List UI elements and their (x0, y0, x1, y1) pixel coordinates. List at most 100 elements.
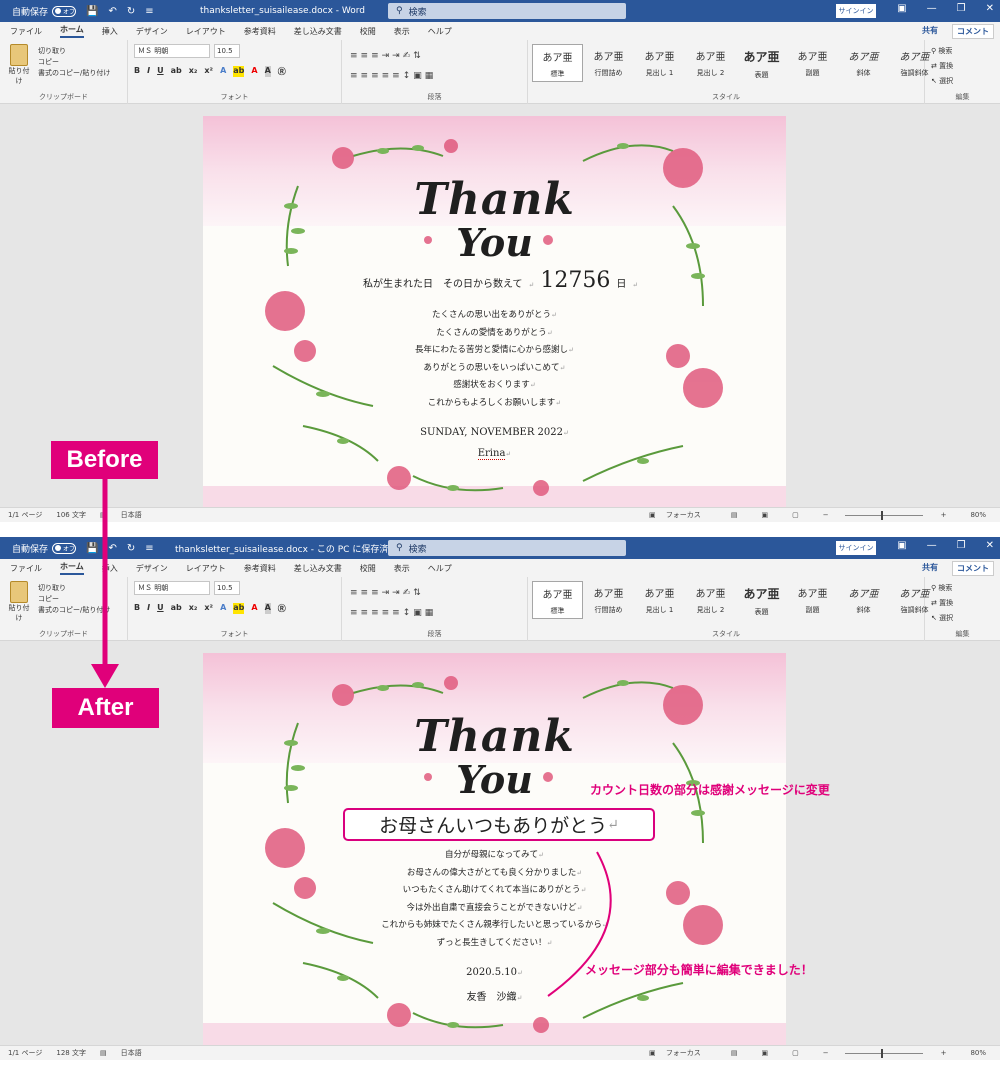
tab-view[interactable]: 表示 (394, 563, 410, 574)
tab-file[interactable]: ファイル (10, 26, 42, 37)
style-heading-1[interactable]: あア亜 見出し 1 (634, 581, 685, 619)
customize-qat-icon[interactable]: ≡ (145, 6, 153, 17)
close-icon[interactable]: ✕ (986, 540, 994, 551)
find-button[interactable]: ⚲ 検索 (931, 44, 953, 59)
undo-icon[interactable]: ↶ (108, 543, 116, 554)
tab-review[interactable]: 校閲 (360, 563, 376, 574)
paragraph-buttons[interactable]: ≡≡≡⇥⇥✍⇅ ≡≡≡≡≡↕▣▦ (350, 46, 436, 86)
maximize-icon[interactable]: ❐ (957, 540, 966, 551)
tab-design[interactable]: デザイン (136, 563, 168, 574)
autosave[interactable]: 自動保存 オフ (12, 5, 77, 18)
highlight-icon[interactable]: ab (233, 66, 245, 77)
style-heading-1[interactable]: あア亜 見出し 1 (634, 44, 685, 82)
web-layout-icon[interactable]: ▢ (792, 1049, 799, 1057)
highlight-icon[interactable]: ab (233, 603, 245, 614)
tab-references[interactable]: 参考資料 (244, 563, 276, 574)
focus-button[interactable]: ▣ フォーカス (649, 510, 707, 520)
tab-layout[interactable]: レイアウト (186, 563, 226, 574)
customize-qat-icon[interactable]: ≡ (145, 543, 153, 554)
zoom-slider[interactable] (844, 510, 923, 520)
redo-icon[interactable]: ↻ (127, 6, 135, 17)
zoom-out-icon[interactable]: − (823, 511, 829, 519)
subscript-button[interactable]: x₂ (189, 603, 198, 614)
text-effects-icon[interactable]: A (220, 603, 226, 614)
signin-button[interactable]: サインイン (836, 4, 876, 18)
font-color-icon[interactable]: A (251, 66, 257, 77)
find-button[interactable]: ⚲ 検索 (931, 581, 953, 596)
proofing-icon[interactable]: ▤ (100, 511, 107, 519)
font-name-select[interactable]: ＭＳ 明朝 (134, 44, 210, 58)
focus-button[interactable]: ▣ フォーカス (649, 1048, 707, 1058)
text-effects-icon[interactable]: A (220, 66, 226, 77)
signin-button[interactable]: サインイン (836, 541, 876, 555)
tab-design[interactable]: デザイン (136, 26, 168, 37)
language[interactable]: 日本語 (121, 1048, 142, 1058)
italic-button[interactable]: I (147, 66, 150, 77)
enclosed-char-icon[interactable]: Ⓡ (278, 603, 286, 614)
paste-button[interactable]: 貼り付け (6, 581, 32, 623)
underline-button[interactable]: U (157, 66, 164, 77)
search-box[interactable]: ⚲ 検索 (388, 540, 626, 556)
minimize-icon[interactable]: — (927, 3, 937, 14)
copy-button[interactable]: コピー (38, 57, 110, 68)
print-layout-icon[interactable]: ▣ (761, 511, 768, 519)
tab-help[interactable]: ヘルプ (428, 563, 452, 574)
search-box[interactable]: ⚲ 検索 (388, 3, 626, 19)
read-mode-icon[interactable]: ▤ (731, 511, 738, 519)
copy-button[interactable]: コピー (38, 594, 110, 605)
ribbon-display-icon[interactable]: ▣ (897, 3, 906, 14)
style-subtitle[interactable]: あア亜 副題 (787, 581, 838, 619)
strikethrough-button[interactable]: ab (171, 66, 182, 77)
maximize-icon[interactable]: ❐ (957, 3, 966, 14)
close-icon[interactable]: ✕ (986, 3, 994, 14)
share-button[interactable]: 共有 (922, 25, 938, 36)
language[interactable]: 日本語 (121, 510, 142, 520)
page-count[interactable]: 1/1 ページ (8, 510, 42, 520)
ribbon-display-icon[interactable]: ▣ (897, 540, 906, 551)
cut-button[interactable]: 切り取り (38, 46, 110, 57)
zoom-slider[interactable] (844, 1048, 923, 1058)
font-name-select[interactable]: ＭＳ 明朝 (134, 581, 210, 595)
underline-button[interactable]: U (157, 603, 164, 614)
word-count[interactable]: 106 文字 (56, 510, 86, 520)
comment-button[interactable]: コメント (952, 24, 994, 39)
tab-review[interactable]: 校閲 (360, 26, 376, 37)
share-button[interactable]: 共有 (922, 562, 938, 573)
tab-help[interactable]: ヘルプ (428, 26, 452, 37)
tab-mailings[interactable]: 差し込み文書 (294, 26, 342, 37)
superscript-button[interactable]: x² (204, 66, 213, 77)
word-count[interactable]: 128 文字 (56, 1048, 86, 1058)
tab-mailings[interactable]: 差し込み文書 (294, 563, 342, 574)
enclosed-char-icon[interactable]: Ⓡ (278, 66, 286, 77)
subscript-button[interactable]: x₂ (189, 66, 198, 77)
format-painter-button[interactable]: 書式のコピー/貼り付け (38, 68, 110, 79)
comment-button[interactable]: コメント (952, 561, 994, 576)
document-title[interactable]: thanksletter_suisailease.docx - この PC に保… (175, 542, 405, 555)
paragraph-buttons[interactable]: ≡≡≡⇥⇥✍⇅ ≡≡≡≡≡↕▣▦ (350, 583, 436, 623)
style-normal[interactable]: あア亜 標準 (532, 581, 583, 619)
italic-button[interactable]: I (147, 603, 150, 614)
zoom-level[interactable]: 80% (970, 511, 986, 519)
autosave[interactable]: 自動保存 オフ (12, 542, 77, 555)
zoom-level[interactable]: 80% (970, 1049, 986, 1057)
style-heading-2[interactable]: あア亜 見出し 2 (685, 44, 736, 82)
char-shading-icon[interactable]: A (264, 603, 271, 614)
zoom-in-icon[interactable]: + (941, 1049, 947, 1057)
tab-references[interactable]: 参考資料 (244, 26, 276, 37)
replace-button[interactable]: ⇄ 置換 (931, 596, 953, 611)
bold-button[interactable]: B (134, 66, 140, 77)
style-normal[interactable]: あア亜 標準 (532, 44, 583, 82)
select-button[interactable]: ↖ 選択 (931, 74, 953, 89)
tab-view[interactable]: 表示 (394, 26, 410, 37)
style-emphasis[interactable]: あア亜 斜体 (838, 44, 889, 82)
autosave-toggle[interactable]: オフ (52, 542, 77, 554)
zoom-in-icon[interactable]: + (941, 511, 947, 519)
style-heading-2[interactable]: あア亜 見出し 2 (685, 581, 736, 619)
style-no-spacing[interactable]: あア亜 行間詰め (583, 44, 634, 82)
style-no-spacing[interactable]: あア亜 行間詰め (583, 581, 634, 619)
char-shading-icon[interactable]: A (264, 66, 271, 77)
document-page[interactable]: Thank You 私が生まれた日 その日から数えて ↵ 12756 日 ↵ たくさ… (203, 116, 786, 522)
page-count[interactable]: 1/1 ページ (8, 1048, 42, 1058)
font-size-select[interactable]: 10.5 (214, 581, 240, 595)
document-page[interactable]: Thank You お母さんいつもありがとう ↵ 自分が母親になってみて↵ お母さ… (203, 653, 786, 1059)
